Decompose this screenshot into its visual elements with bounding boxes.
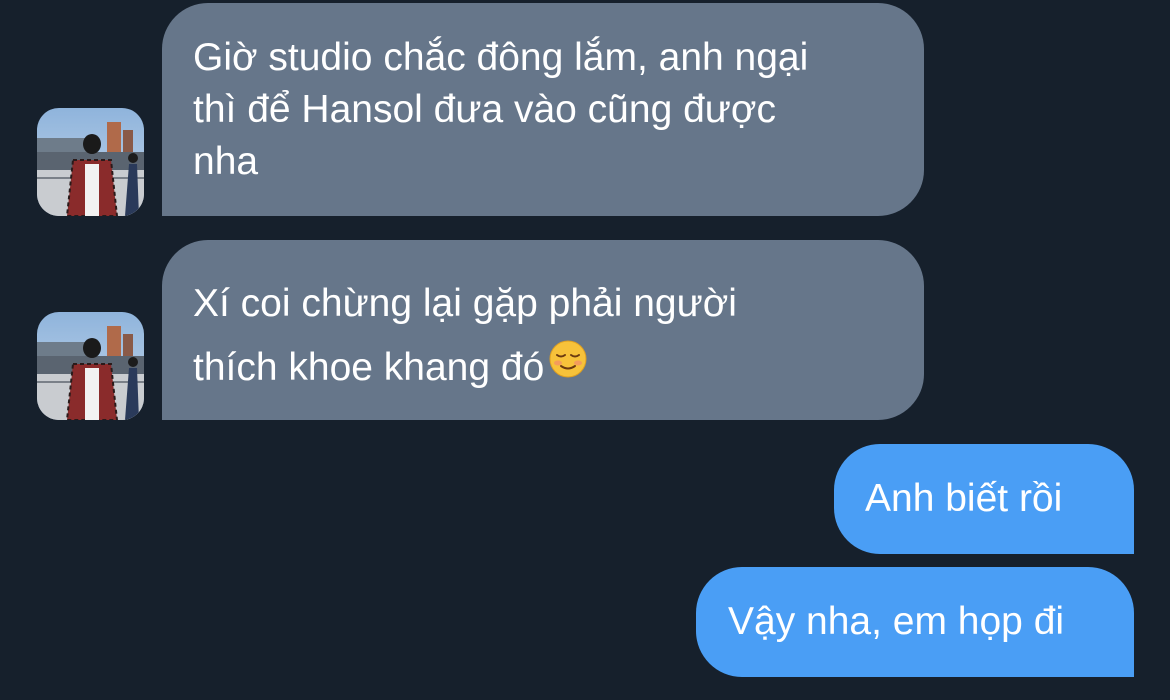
outgoing-message-bubble[interactable]: Anh biết rồi — [834, 444, 1134, 554]
chat-thread: { "messages": [ { "sender": "other", "li… — [0, 0, 1170, 700]
outgoing-message-bubble[interactable]: Vậy nha, em họp đi — [696, 567, 1134, 677]
message-text: thích khoe khang đó — [193, 346, 545, 389]
message-text-line: Vậy nha, em họp đi — [728, 600, 1065, 643]
avatar-photo — [37, 108, 144, 216]
message-text-line: thì để Hansol đưa vào cũng được — [193, 88, 776, 131]
relieved-face-emoji-icon — [548, 335, 588, 399]
message-text-line: nha — [193, 140, 259, 183]
message-text-line: Anh biết rồi — [865, 477, 1063, 520]
avatar-photo — [37, 312, 144, 420]
incoming-message-bubble[interactable]: Xí coi chừng lại gặp phải người thích kh… — [162, 240, 924, 420]
contact-avatar[interactable] — [37, 108, 144, 216]
message-text-line: Giờ studio chắc đông lắm, anh ngại — [193, 36, 809, 79]
contact-avatar[interactable] — [37, 312, 144, 420]
message-text-line-with-emoji: thích khoe khang đó — [193, 336, 894, 402]
incoming-message-bubble[interactable]: Giờ studio chắc đông lắm, anh ngại thì đ… — [162, 3, 924, 216]
message-text-line: Xí coi chừng lại gặp phải người — [193, 282, 737, 325]
